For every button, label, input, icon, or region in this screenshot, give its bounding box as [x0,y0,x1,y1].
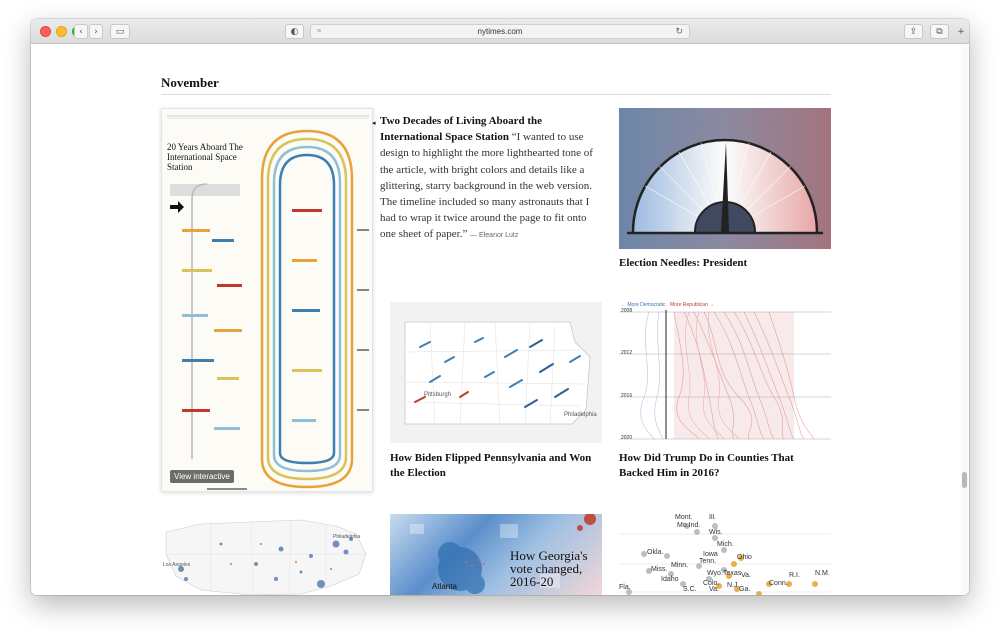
state-label: Idaho [661,576,679,583]
us-dot-map-image[interactable]: Philadelphia Los Angeles [161,514,373,595]
forward-button[interactable]: › [89,24,103,39]
us-map-city-label-2: Los Angeles [163,562,191,568]
more-republican-label: More Republican → [670,302,715,308]
pointer-arrow-icon: ◂ [372,119,376,127]
page-scrollbar[interactable] [961,44,969,595]
quote-author: — Eleanor Lutz [470,232,519,240]
close-window-button[interactable] [40,26,51,37]
state-label: Va. [709,586,719,593]
privacy-report-icon[interactable]: ◐ [285,24,304,39]
county-shift-lines-graphic [619,310,831,440]
pennsylvania-card-title[interactable]: How Biden Flipped Pennsylvania and Won t… [390,451,602,481]
georgia-vote-map-image[interactable]: How Georgia's vote changed, 2016-20 Atla… [390,514,602,595]
us-map-city-label-1: Philadelphia [333,534,361,540]
georgia-headline: How Georgia's vote changed, 2016-20 [510,549,588,588]
needle-card-title[interactable]: Election Needles: President [619,256,831,271]
state-label: Tenn. [699,558,717,565]
new-tab-icon[interactable]: + [955,24,967,39]
state-label: Minn. [671,562,689,569]
trump-counties-card-title[interactable]: How Did Trump Do in Counties That Backed… [619,451,831,481]
state-label: Fla. [619,584,631,591]
state-label: Conn. [769,580,788,587]
state-label: Miss. [651,566,668,573]
state-label: Va. [741,572,751,579]
state-label: Mo.Ind. [677,522,701,529]
poster-title: 20 Years Aboard The International Space … [167,142,243,172]
election-needle-image[interactable] [619,108,831,249]
featured-quote-block: ◂ Two Decades of Living Aboard the Inter… [372,113,604,245]
us-dot-map-graphic [165,519,367,595]
state-label: R.I. [789,572,800,579]
county-shift-chart-image[interactable]: ← More Democratic More Republican → 2008… [619,302,831,443]
states-dot-plot-image[interactable]: Mont. Mo.Ind. Ill. Wis. Mich. Okla. Iowa… [619,514,831,595]
view-interactive-button[interactable]: View interactive [170,470,234,483]
state-label: Ohio [737,554,752,561]
state-label: Mont. [675,514,693,521]
minimize-window-button[interactable] [56,26,67,37]
needle-gauge-graphic [627,138,823,235]
reload-icon[interactable]: ↻ [675,26,683,37]
philadelphia-label: Philadelphia [564,412,597,418]
atlanta-label: Atlanta [432,582,457,591]
year-2016-label: 2016 [621,393,633,399]
state-label: Iowa [703,551,718,558]
share-icon[interactable]: ⇪ [904,24,923,39]
state-label: Texas [723,570,742,577]
scrollbar-thumb[interactable] [962,472,967,488]
year-2012-label: 2012 [621,350,633,356]
url-text: nytimes.com [477,27,523,36]
state-label: Mich. [717,541,734,548]
state-label: S.C. [683,586,697,593]
sidebar-toggle-icon[interactable]: ▭ [110,24,130,39]
featured-quote-text: “I wanted to use design to highlight the… [380,131,593,241]
browser-window: ‹ › ▭ ◐ ≡ nytimes.com ↻ ⇪ ⧉ + November 2… [31,19,969,595]
state-label: Ga. [739,586,751,593]
pennsylvania-map-graphic [404,321,591,425]
year-2020-label: 2020 [621,435,633,441]
state-label: N.M. [815,570,830,577]
reader-icon[interactable]: ≡ [317,28,321,35]
state-label: Wis. [709,529,723,536]
pennsylvania-map-image[interactable]: Pittsburgh Philadelphia [390,302,602,443]
back-button[interactable]: ‹ [74,24,88,39]
space-station-poster[interactable]: 20 Years Aboard The International Space … [161,108,373,492]
georgia-headline-line3: 2016-20 [510,574,554,589]
state-label: Wyo. [707,570,723,577]
web-page: November 20 Years Aboard The Internation… [31,44,969,595]
state-label: Okla. [647,549,664,556]
pittsburgh-label: Pittsburgh [424,392,452,398]
tabs-overview-icon[interactable]: ⧉ [930,24,949,39]
address-bar[interactable]: ≡ nytimes.com ↻ [310,24,690,39]
browser-toolbar: ‹ › ▭ ◐ ≡ nytimes.com ↻ ⇪ ⧉ + [31,19,969,44]
year-2008-label: 2008 [621,308,633,314]
state-label: N.J. [727,582,740,589]
heading-divider [161,94,831,95]
state-label: Ill. [709,514,716,521]
month-heading: November [161,75,219,90]
